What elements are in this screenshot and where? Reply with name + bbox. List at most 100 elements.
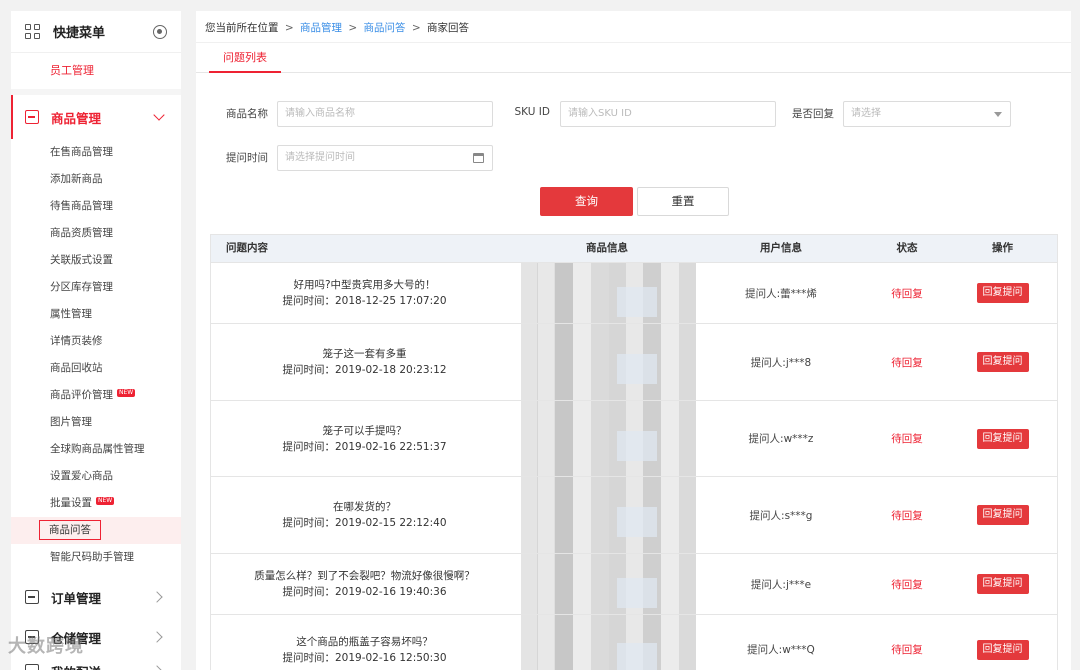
sidebar-subitem[interactable]: 全球购商品属性管理 bbox=[11, 436, 181, 463]
goods-icon bbox=[25, 110, 39, 124]
chevron-down-icon bbox=[153, 109, 165, 121]
table-body: 好用吗?中型贵宾用多大号的！ 提问时间：2018-12-25 17:07:20 提问… bbox=[211, 262, 1057, 670]
table-row: 这个商品的瓶盖子容易坏吗？ 提问时间：2019-02-16 12:50:30 提问人… bbox=[211, 614, 1057, 670]
chevron-right-icon bbox=[151, 631, 163, 643]
sidebar-subitem[interactable]: 批量设置 NEW bbox=[11, 490, 181, 517]
sidebar-subitem-label: 智能尺码助手管理 bbox=[50, 551, 134, 563]
reply-question-button[interactable]: 回复提问 bbox=[976, 428, 1029, 449]
action-cell: 回复提问 bbox=[948, 615, 1057, 670]
question-time: 提问时间：2018-12-25 17:07:20 bbox=[282, 295, 447, 307]
question-cell: 好用吗?中型贵宾用多大号的！ 提问时间：2018-12-25 17:07:20 bbox=[211, 263, 518, 323]
breadcrumb-separator: > bbox=[284, 22, 294, 34]
sidebar-subitem[interactable]: 关联版式设置 bbox=[11, 247, 181, 274]
sidebar-subitem-label: 详情页装修 bbox=[50, 335, 103, 347]
status-text: 待回复 bbox=[891, 578, 923, 591]
action-cell: 回复提问 bbox=[948, 401, 1057, 476]
sidebar-subitem-label: 商品资质管理 bbox=[50, 227, 113, 239]
quick-menu-header: 快捷菜单 bbox=[11, 11, 181, 53]
nav-goods-management[interactable]: 商品管理 bbox=[11, 95, 181, 139]
action-cell: 回复提问 bbox=[948, 477, 1057, 553]
goods-submenu: 在售商品管理添加新商品待售商品管理 商品资质管理关联版式设置分区库存管理属性管理详… bbox=[11, 139, 181, 571]
reply-question-button[interactable]: 回复提问 bbox=[976, 574, 1029, 594]
sidebar-subitem[interactable]: 商品资质管理 bbox=[11, 220, 181, 247]
nav-order-management[interactable]: 订单管理 bbox=[11, 575, 181, 619]
nav-goods-label: 商品管理 bbox=[51, 110, 102, 126]
table-header: 问题内容 商品信息 用户信息 状态 操作 bbox=[211, 235, 1057, 262]
product-name-input[interactable]: 请输入商品名称 bbox=[277, 101, 493, 127]
question-time-label: 提问时间 bbox=[226, 152, 268, 164]
status-text: 待回复 bbox=[891, 433, 923, 445]
user-info-cell: 提问人:w***Q bbox=[747, 644, 815, 656]
order-icon bbox=[25, 590, 39, 604]
breadcrumb: 您当前所在位置 > 商品管理 > 商品问答 > 商家回答 bbox=[196, 11, 1071, 43]
sidebar-subitem[interactable]: 属性管理 bbox=[11, 301, 181, 328]
question-time: 提问时间：2019-02-15 22:12:40 bbox=[282, 517, 447, 529]
action-cell: 回复提问 bbox=[948, 554, 1057, 614]
reset-button[interactable]: 重置 bbox=[637, 187, 729, 216]
sidebar-subitem-label: 设置爱心商品 bbox=[50, 470, 113, 482]
sidebar-subitem[interactable]: 智能尺码助手管理 bbox=[11, 544, 181, 571]
watermark: 大数跨境 bbox=[8, 636, 84, 657]
status-text: 待回复 bbox=[891, 644, 923, 656]
sidebar-subitem[interactable]: 详情页装修 bbox=[11, 328, 181, 355]
sidebar-subitem-label: 全球购商品属性管理 bbox=[50, 443, 145, 455]
breadcrumb-goods-qa[interactable]: 商品问答 bbox=[364, 22, 406, 34]
calendar-icon bbox=[473, 153, 484, 163]
question-text: 笼子可以手提吗？ bbox=[322, 424, 407, 437]
header-status: 状态 bbox=[896, 242, 918, 254]
question-text: 这个商品的瓶盖子容易坏吗？ bbox=[296, 635, 433, 648]
question-time: 提问时间：2019-02-18 20:23:12 bbox=[282, 364, 447, 376]
reply-status-label: 是否回复 bbox=[792, 108, 834, 120]
sidebar-subitem-label: 商品问答 bbox=[39, 520, 101, 540]
user-info-cell: 提问人:w***z bbox=[748, 433, 814, 445]
sidebar-subitem-label: 批量设置 bbox=[50, 497, 92, 509]
question-time-picker[interactable]: 请选择提问时间 bbox=[277, 145, 493, 171]
question-cell: 在哪发货的？ 提问时间：2019-02-15 22:12:40 bbox=[211, 477, 518, 553]
new-badge: NEW bbox=[117, 389, 136, 397]
question-time: 提问时间：2019-02-16 22:51:37 bbox=[282, 440, 447, 453]
reply-question-button[interactable]: 回复提问 bbox=[976, 639, 1029, 660]
sidebar-subitem[interactable]: 分区库存管理 bbox=[11, 274, 181, 301]
filter-form: 商品名称 请输入商品名称 SKU ID 请输入SKU ID 是否回复 请选择 提… bbox=[196, 73, 1071, 239]
reply-question-button[interactable]: 回复提问 bbox=[976, 352, 1029, 372]
sidebar-subitem-label: 图片管理 bbox=[50, 416, 92, 428]
question-cell: 笼子可以手提吗？ 提问时间：2019-02-16 22:51:37 bbox=[211, 401, 518, 476]
sidebar-subitem-label: 在售商品管理 bbox=[50, 146, 113, 158]
question-text: 好用吗?中型贵宾用多大号的！ bbox=[293, 279, 436, 291]
action-cell: 回复提问 bbox=[948, 263, 1057, 323]
sidebar-subitem[interactable]: 商品回收站 bbox=[11, 355, 181, 382]
table-row: 在哪发货的？ 提问时间：2019-02-15 22:12:40 提问人:s***g 待… bbox=[211, 476, 1057, 553]
sidebar-subitem-label: 商品回收站 bbox=[50, 362, 103, 374]
new-badge: NEW bbox=[96, 497, 115, 505]
tab-bar: 问题列表 bbox=[196, 43, 1071, 73]
reply-status-select[interactable]: 请选择 bbox=[843, 101, 1011, 127]
reply-question-button[interactable]: 回复提问 bbox=[976, 283, 1029, 303]
reply-question-button[interactable]: 回复提问 bbox=[976, 505, 1029, 525]
query-button[interactable]: 查询 bbox=[540, 187, 633, 216]
chevron-right-icon bbox=[151, 591, 163, 603]
sidebar-subitem-label: 分区库存管理 bbox=[50, 281, 113, 293]
breadcrumb-goods-management[interactable]: 商品管理 bbox=[300, 22, 342, 34]
sidebar-subitem[interactable]: 设置爱心商品 bbox=[11, 463, 181, 490]
quick-item-staff[interactable]: 员工管理 bbox=[11, 53, 181, 95]
tab-question-list[interactable]: 问题列表 bbox=[209, 43, 281, 73]
product-info-cell bbox=[518, 554, 696, 614]
sku-label: SKU ID bbox=[514, 106, 550, 118]
question-table: 问题内容 商品信息 用户信息 状态 操作 好用吗?中型贵宾用多大号的！ 提问时间：… bbox=[210, 234, 1058, 670]
sidebar-subitem[interactable]: 商品问答 bbox=[11, 517, 181, 544]
question-time-value: 请选择提问时间 bbox=[285, 152, 355, 163]
sidebar-subitem[interactable]: 商品评价管理 NEW bbox=[11, 382, 181, 409]
sidebar-subitem[interactable]: 待售商品管理 bbox=[11, 193, 181, 220]
status-text: 待回复 bbox=[891, 287, 923, 300]
action-cell: 回复提问 bbox=[948, 324, 1057, 400]
sku-input[interactable]: 请输入SKU ID bbox=[560, 101, 776, 127]
sidebar-subitem[interactable]: 在售商品管理 bbox=[11, 139, 181, 166]
main-panel: 您当前所在位置 > 商品管理 > 商品问答 > 商家回答 问题列表 商品名称 请… bbox=[196, 11, 1071, 670]
user-info-cell: 提问人:j***8 bbox=[750, 356, 812, 369]
breadcrumb-prefix: 您当前所在位置 bbox=[205, 22, 279, 34]
sidebar-subitem[interactable]: 添加新商品 bbox=[11, 166, 181, 193]
sidebar-subitem-label: 待售商品管理 bbox=[50, 200, 113, 212]
gear-icon[interactable] bbox=[153, 24, 167, 39]
delivery-icon bbox=[25, 664, 39, 670]
sidebar-subitem[interactable]: 图片管理 bbox=[11, 409, 181, 436]
